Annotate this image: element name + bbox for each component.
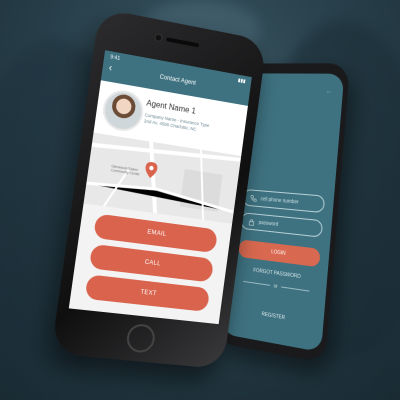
password-placeholder: password <box>258 219 279 228</box>
status-indicator: ... <box>326 88 332 95</box>
phone-number-input[interactable]: cell phone number <box>242 188 326 214</box>
lock-icon <box>248 217 256 226</box>
agent-avatar <box>100 87 146 134</box>
register-link[interactable]: REGISTER <box>234 307 315 326</box>
login-button[interactable]: LOGIN <box>238 239 321 268</box>
battery-icon: ▮▮▮ <box>237 77 246 85</box>
map-pin-icon <box>144 161 158 178</box>
password-input[interactable]: password <box>240 212 324 238</box>
status-time: 9:41 <box>109 54 121 63</box>
phone-number-placeholder: cell phone number <box>260 195 299 206</box>
phone-icon <box>250 194 258 202</box>
